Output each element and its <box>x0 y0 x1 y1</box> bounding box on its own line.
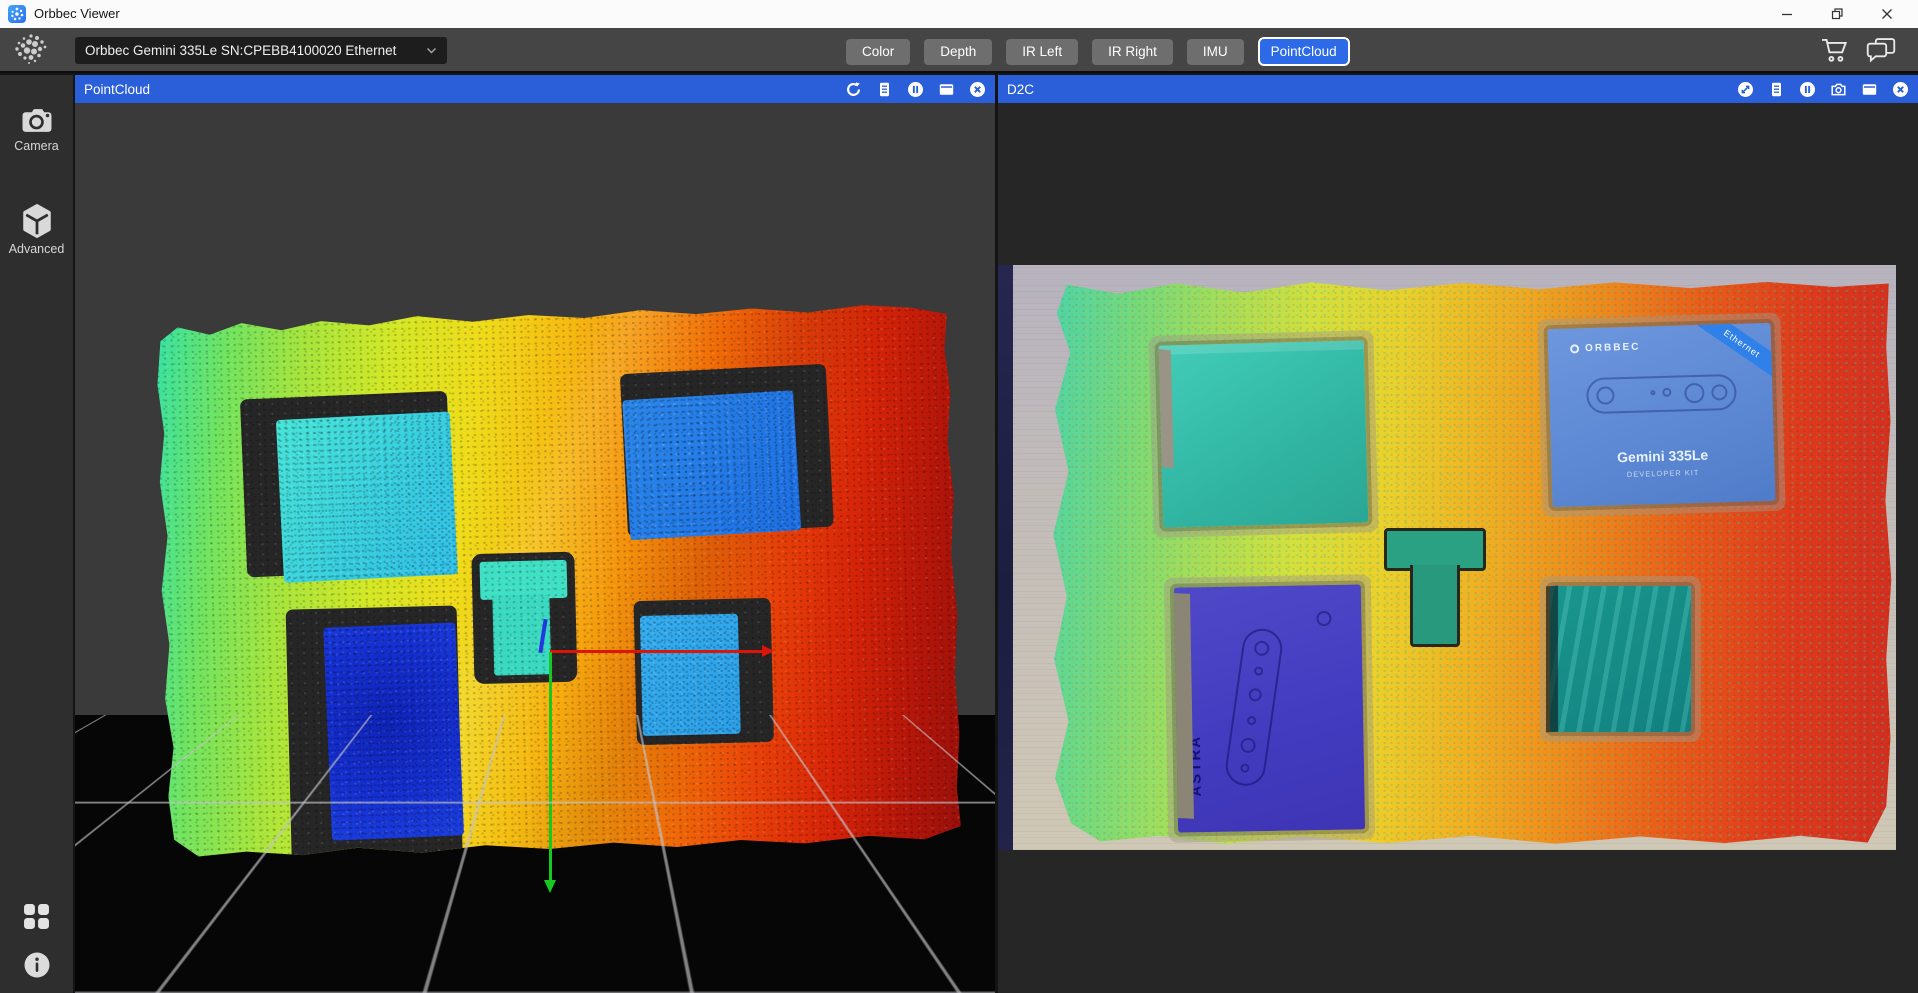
pause-icon[interactable] <box>1799 81 1816 98</box>
minimize-button[interactable] <box>1762 0 1812 28</box>
gemini-device-drawing <box>1586 374 1737 414</box>
chevron-down-icon <box>426 47 437 54</box>
camera-icon <box>0 105 73 136</box>
pointcloud-plane <box>153 300 964 861</box>
d2c-teal-box <box>1159 340 1369 527</box>
pointcloud-panel: PointCloud <box>75 75 995 993</box>
stream-button-color[interactable]: Color <box>846 39 910 65</box>
toolbar-actions <box>1820 36 1896 63</box>
gemini-brand: ORBBEC <box>1570 342 1641 355</box>
d2c-astra-box: ASTRA <box>1174 584 1365 832</box>
d2c-t-object <box>1410 565 1460 647</box>
d2c-gemini-box: ORBBEC Ethernet Gemini 335Le DEVELOPER K… <box>1548 323 1776 507</box>
sidebar-item-advanced[interactable]: Advanced <box>0 203 73 256</box>
d2c-panel-header: D2C <box>998 75 1918 103</box>
cart-icon[interactable] <box>1820 36 1850 63</box>
window-controls <box>1762 0 1912 28</box>
sidebar-item-label: Advanced <box>0 242 73 256</box>
table-edge <box>998 265 1013 850</box>
toolbar: Orbbec Gemini 335Le SN:CPEBB4100020 Ethe… <box>0 28 1918 73</box>
sidebar-item-camera[interactable]: Camera <box>0 105 73 153</box>
stream-button-depth[interactable]: Depth <box>924 39 992 65</box>
close-button[interactable] <box>1862 0 1912 28</box>
window-mode-icon[interactable] <box>1861 81 1878 98</box>
device-selector-dropdown[interactable]: Orbbec Gemini 335Le SN:CPEBB4100020 Ethe… <box>75 37 447 64</box>
pause-icon[interactable] <box>907 81 924 98</box>
snapshot-icon[interactable] <box>1830 81 1847 98</box>
pointcloud-box-deep-blue <box>323 622 464 840</box>
astra-label-text: ASTRA <box>1187 735 1205 797</box>
panel-title: PointCloud <box>84 82 150 97</box>
panel-title: D2C <box>1007 82 1034 97</box>
pointcloud-header-icons <box>845 81 986 98</box>
window-title: Orbbec Viewer <box>34 0 120 28</box>
sidebar: Camera Advanced <box>0 75 73 993</box>
flip-icon[interactable] <box>1737 81 1754 98</box>
astra-device-drawing <box>1223 626 1285 788</box>
orbbec-mark-icon <box>1570 344 1579 353</box>
d2c-panel: D2C <box>998 75 1918 993</box>
orbbec-viewer-app: Orbbec Viewer <box>0 0 1918 993</box>
pointcloud-viewport[interactable] <box>75 103 995 993</box>
restore-button[interactable] <box>1812 0 1862 28</box>
title-bar: Orbbec Viewer <box>0 0 1918 28</box>
reset-view-icon[interactable] <box>845 81 862 98</box>
close-stream-icon[interactable] <box>1892 81 1909 98</box>
stream-buttons: Color Depth IR Left IR Right IMU PointCl… <box>846 37 1350 66</box>
window-mode-icon[interactable] <box>938 81 955 98</box>
stream-button-ir-right[interactable]: IR Right <box>1092 39 1173 65</box>
pointcloud-box-cyan <box>276 411 458 583</box>
pointcloud-box-blue <box>622 390 801 540</box>
stream-info-icon[interactable] <box>1768 81 1785 98</box>
orbbec-logo-icon <box>8 32 54 70</box>
astra-side-logo <box>1316 611 1331 626</box>
axis-x-arrow <box>550 650 762 653</box>
axis-y-arrow <box>549 652 552 880</box>
cube-icon <box>0 203 73 239</box>
gemini-subtitle-text: DEVELOPER KIT <box>1552 466 1775 481</box>
app-logo-icon <box>8 5 26 23</box>
chat-icon[interactable] <box>1866 37 1896 63</box>
pointcloud-panel-header: PointCloud <box>75 75 995 103</box>
stream-button-pointcloud[interactable]: PointCloud <box>1258 37 1350 66</box>
d2c-cyan-box <box>1550 586 1691 732</box>
sidebar-item-label: Camera <box>0 139 73 153</box>
stream-button-ir-left[interactable]: IR Left <box>1006 39 1078 65</box>
device-selector-value: Orbbec Gemini 335Le SN:CPEBB4100020 Ethe… <box>85 43 426 58</box>
d2c-overlay-image: ORBBEC Ethernet Gemini 335Le DEVELOPER K… <box>998 265 1896 850</box>
close-stream-icon[interactable] <box>969 81 986 98</box>
gemini-model-text: Gemini 335Le <box>1551 445 1774 467</box>
info-icon[interactable] <box>0 951 73 979</box>
pointcloud-box-light-blue <box>640 614 741 736</box>
stream-info-icon[interactable] <box>876 81 893 98</box>
stream-button-imu[interactable]: IMU <box>1187 39 1244 65</box>
d2c-viewport[interactable]: ORBBEC Ethernet Gemini 335Le DEVELOPER K… <box>998 103 1918 993</box>
d2c-header-icons <box>1737 81 1909 98</box>
apps-grid-icon[interactable] <box>0 903 73 930</box>
